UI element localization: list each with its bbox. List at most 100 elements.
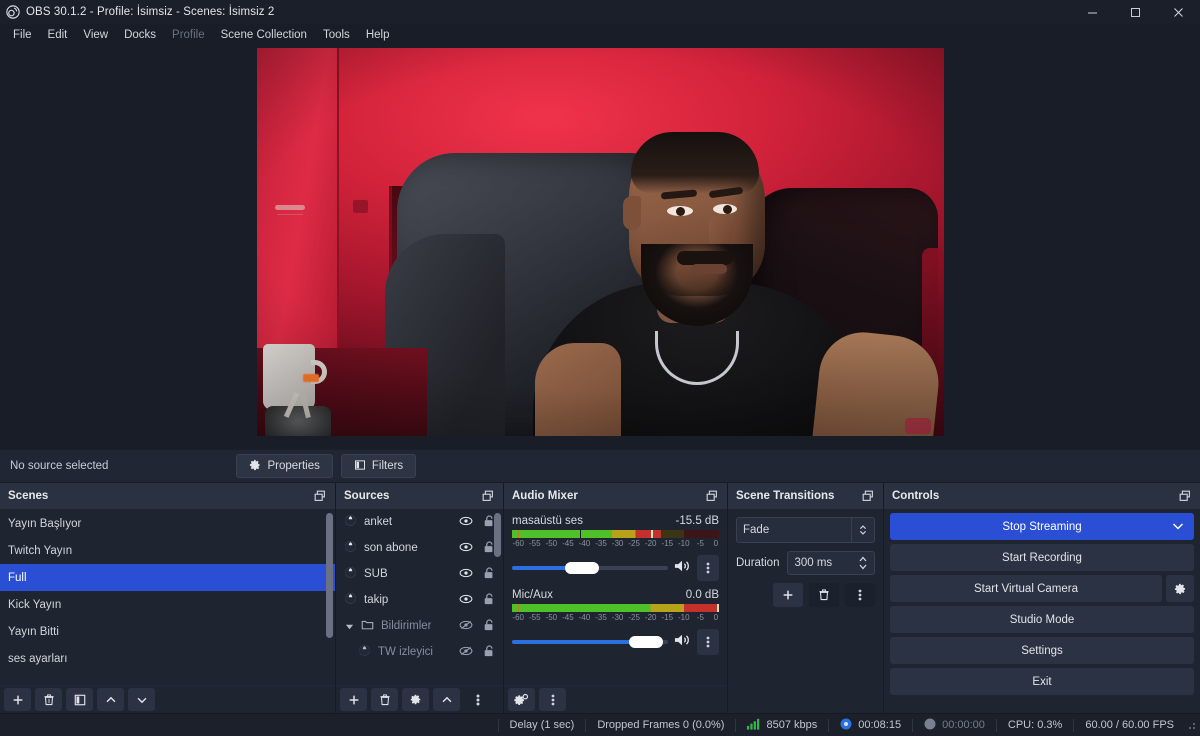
scenes-dock-header: Scenes bbox=[0, 483, 335, 509]
preview-area[interactable] bbox=[0, 46, 1200, 449]
menu-profile[interactable]: Profile bbox=[164, 26, 213, 44]
eye-visible-icon[interactable] bbox=[459, 541, 473, 556]
remove-scene-icon[interactable] bbox=[35, 688, 62, 711]
chevron-down-icon[interactable] bbox=[344, 622, 354, 631]
float-dock-icon[interactable] bbox=[705, 489, 719, 503]
minimize-icon[interactable] bbox=[1071, 0, 1114, 24]
volume-fader[interactable] bbox=[512, 634, 668, 650]
exit-button[interactable]: Exit bbox=[890, 668, 1194, 695]
filters-label: Filters bbox=[371, 460, 404, 472]
menu-scene-collection[interactable]: Scene Collection bbox=[213, 26, 315, 44]
maximize-icon[interactable] bbox=[1114, 0, 1157, 24]
menu-tools[interactable]: Tools bbox=[315, 26, 358, 44]
mixer-body: masaüstü ses -15.5 dB -60 -55 -50 -45 -4… bbox=[504, 509, 727, 685]
properties-label: Properties bbox=[267, 460, 320, 472]
menu-edit[interactable]: Edit bbox=[40, 26, 76, 44]
advanced-audio-properties-icon[interactable] bbox=[508, 688, 535, 711]
resize-grip[interactable] bbox=[1185, 719, 1197, 731]
scenes-scrollbar[interactable] bbox=[326, 513, 333, 638]
source-item[interactable]: takip bbox=[336, 587, 503, 613]
transition-more-icon[interactable] bbox=[845, 583, 875, 607]
menu-file[interactable]: File bbox=[5, 26, 40, 44]
menu-docks[interactable]: Docks bbox=[116, 26, 164, 44]
add-source-icon[interactable] bbox=[340, 688, 367, 711]
scenes-title: Scenes bbox=[8, 490, 49, 502]
volume-fader[interactable] bbox=[512, 560, 668, 576]
mute-speaker-icon[interactable] bbox=[674, 633, 691, 652]
lock-unlocked-icon[interactable] bbox=[483, 592, 495, 609]
mute-speaker-icon[interactable] bbox=[674, 559, 691, 578]
remove-transition-icon[interactable] bbox=[809, 583, 839, 607]
status-fps-label: 60.00 / 60.00 FPS bbox=[1085, 719, 1174, 731]
start-recording-button[interactable]: Start Recording bbox=[890, 544, 1194, 571]
browser-source-icon bbox=[344, 514, 357, 530]
status-bar: Delay (1 sec) Dropped Frames 0 (0.0%) 85… bbox=[0, 713, 1200, 736]
sources-scrollbar[interactable] bbox=[494, 513, 501, 557]
stop-streaming-button[interactable]: Stop Streaming bbox=[890, 513, 1194, 540]
sources-list-body[interactable]: anket son abone SUB takip Bildirimler TW… bbox=[336, 509, 503, 685]
menu-view[interactable]: View bbox=[75, 26, 116, 44]
menu-help[interactable]: Help bbox=[358, 26, 398, 44]
status-bitrate-label: 8507 kbps bbox=[766, 719, 818, 731]
studio-mode-button[interactable]: Studio Mode bbox=[890, 606, 1194, 633]
transition-selected-label: Fade bbox=[743, 524, 770, 536]
status-cpu-label: CPU: 0.3% bbox=[1007, 719, 1063, 731]
lock-unlocked-icon[interactable] bbox=[483, 618, 495, 635]
duration-value: 300 ms bbox=[794, 557, 833, 569]
add-transition-icon[interactable] bbox=[773, 583, 803, 607]
eye-visible-icon[interactable] bbox=[459, 567, 473, 582]
filters-icon bbox=[354, 459, 366, 474]
scene-item[interactable]: Yayın Başlıyor bbox=[0, 510, 335, 537]
source-item[interactable]: SUB bbox=[336, 561, 503, 587]
move-source-up-icon[interactable] bbox=[433, 688, 460, 711]
preview-canvas[interactable] bbox=[256, 48, 944, 436]
eye-visible-icon[interactable] bbox=[459, 593, 473, 608]
source-item[interactable]: son abone bbox=[336, 535, 503, 561]
close-icon[interactable] bbox=[1157, 0, 1200, 24]
chevron-down-icon[interactable] bbox=[1172, 521, 1184, 533]
scene-item[interactable]: Yayın Bitti bbox=[0, 618, 335, 645]
eye-hidden-icon[interactable] bbox=[459, 619, 473, 634]
obs-main-window: OBS 30.1.2 - Profile: İsimsiz - Scenes: … bbox=[0, 0, 1200, 736]
chevron-updown-icon[interactable] bbox=[858, 555, 868, 571]
remove-source-icon[interactable] bbox=[371, 688, 398, 711]
menu-bar: File Edit View Docks Profile Scene Colle… bbox=[0, 24, 1200, 46]
move-scene-down-icon[interactable] bbox=[128, 688, 155, 711]
source-item-label: takip bbox=[364, 594, 389, 606]
mixer-track-menu-icon[interactable] bbox=[697, 629, 719, 655]
settings-button[interactable]: Settings bbox=[890, 637, 1194, 664]
source-more-icon[interactable] bbox=[464, 688, 491, 711]
source-item[interactable]: TW izleyici bbox=[336, 639, 503, 665]
lock-unlocked-icon[interactable] bbox=[483, 644, 495, 661]
float-dock-icon[interactable] bbox=[481, 489, 495, 503]
filters-button[interactable]: Filters bbox=[340, 454, 417, 478]
properties-button[interactable]: Properties bbox=[236, 454, 333, 478]
mixer-track-menu-icon[interactable] bbox=[697, 555, 719, 581]
duration-stepper[interactable]: 300 ms bbox=[787, 551, 875, 575]
scene-filters-icon[interactable] bbox=[66, 688, 93, 711]
float-dock-icon[interactable] bbox=[861, 489, 875, 503]
float-dock-icon[interactable] bbox=[1178, 489, 1192, 503]
scene-item[interactable]: Twitch Yayın bbox=[0, 537, 335, 564]
source-properties-icon[interactable] bbox=[402, 688, 429, 711]
eye-hidden-icon[interactable] bbox=[459, 645, 473, 660]
eye-visible-icon[interactable] bbox=[459, 515, 473, 530]
scene-item[interactable]: Kick Yayın bbox=[0, 591, 335, 618]
source-group-item[interactable]: Bildirimler bbox=[336, 613, 503, 639]
scene-item[interactable]: ses ayarları bbox=[0, 645, 335, 672]
scenes-list-body[interactable]: Yayın Başlıyor Twitch Yayın Full Kick Ya… bbox=[0, 509, 335, 685]
mixer-more-icon[interactable] bbox=[539, 688, 566, 711]
float-dock-icon[interactable] bbox=[313, 489, 327, 503]
transition-select[interactable]: Fade bbox=[736, 517, 875, 543]
move-scene-up-icon[interactable] bbox=[97, 688, 124, 711]
chevron-updown-icon[interactable] bbox=[851, 518, 868, 542]
lock-unlocked-icon[interactable] bbox=[483, 566, 495, 583]
scene-item-selected[interactable]: Full bbox=[0, 564, 335, 591]
add-scene-icon[interactable] bbox=[4, 688, 31, 711]
start-virtual-camera-button[interactable]: Start Virtual Camera bbox=[890, 575, 1162, 602]
source-item[interactable]: anket bbox=[336, 509, 503, 535]
virtual-camera-settings-gear-icon[interactable] bbox=[1166, 575, 1194, 602]
meter-tick: -35 bbox=[595, 539, 607, 548]
status-delay-label: Delay (1 sec) bbox=[509, 719, 575, 731]
mixer-track-name: Mic/Aux bbox=[512, 589, 553, 601]
